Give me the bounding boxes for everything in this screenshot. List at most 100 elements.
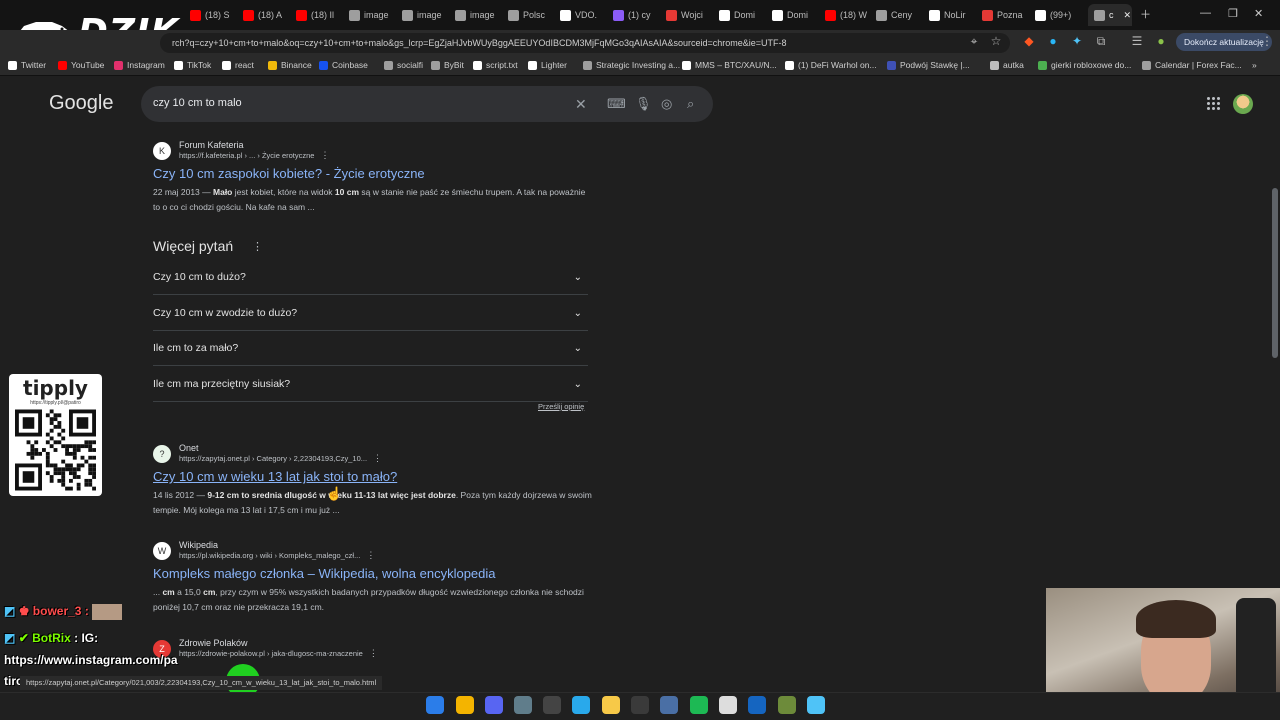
browser-tab[interactable]: (99+) <box>1035 4 1085 26</box>
tab-label: image <box>364 10 389 20</box>
bookmark-item[interactable]: socialfi <box>384 60 423 70</box>
more-icon[interactable]: ⋮ <box>373 453 382 463</box>
cursor-icon[interactable] <box>631 696 649 714</box>
close-window-icon[interactable]: ✕ <box>1254 7 1263 20</box>
browser-tab[interactable]: VDO. <box>560 4 610 26</box>
telegram-icon[interactable] <box>572 696 590 714</box>
bookmark-item[interactable]: Calendar | Forex Fac... <box>1142 60 1242 70</box>
bookmark-item[interactable]: ByBit <box>431 60 464 70</box>
mic-icon[interactable]: 🎙 <box>635 96 652 112</box>
chevron-down-icon[interactable]: ⌄ <box>574 260 582 295</box>
profile-icon[interactable]: ● <box>1154 34 1168 48</box>
app-icon[interactable] <box>514 696 532 714</box>
windows-icon[interactable] <box>426 696 444 714</box>
new-tab-button[interactable]: ＋ <box>1140 6 1151 22</box>
browser-tab[interactable]: NoLir <box>929 4 979 26</box>
menu-dots-icon[interactable]: ⋮ <box>1260 34 1274 48</box>
capcut-icon[interactable] <box>748 696 766 714</box>
reading-list-icon[interactable]: ☰ <box>1130 34 1144 48</box>
bookmark-item[interactable]: Coinbase <box>319 60 368 70</box>
result-title[interactable]: Czy 10 cm zaspokoi kobiete? - Życie erot… <box>153 166 593 181</box>
bookmark-item[interactable]: autka <box>990 60 1024 70</box>
browser-tab[interactable]: (18) A <box>243 4 293 26</box>
search-result: ? Onet https://zapytaj.onet.pl › Categor… <box>153 443 593 518</box>
bookmark-item[interactable]: Lighter <box>528 60 567 70</box>
explorer-icon[interactable] <box>602 696 620 714</box>
extension-icon-2[interactable]: ● <box>1046 34 1060 48</box>
browser-tab[interactable]: (18) W <box>825 4 875 26</box>
discord-icon[interactable] <box>485 696 503 714</box>
location-icon[interactable]: ⌖ <box>967 34 981 48</box>
bookmark-item[interactable]: script.txt <box>473 60 518 70</box>
paa-question[interactable]: Czy 10 cm w zwodzie to dużo? ⌄ <box>153 296 588 331</box>
bookmark-item[interactable]: Binance <box>268 60 312 70</box>
bookmark-item[interactable]: react <box>222 60 254 70</box>
close-tab-icon[interactable]: ✕ <box>1124 10 1132 21</box>
restore-icon[interactable]: ❐ <box>1228 7 1238 20</box>
google-apps-icon[interactable] <box>1207 97 1221 111</box>
google-logo[interactable]: Google <box>49 92 114 115</box>
bookmark-favicon-icon <box>319 60 328 70</box>
paa-question[interactable]: Czy 10 cm to dużo? ⌄ <box>153 260 588 295</box>
bookmark-item[interactable]: TikTok <box>174 60 211 70</box>
keyboard-icon[interactable]: ⌨ <box>607 96 626 112</box>
browser-tab[interactable]: Ceny <box>876 4 926 26</box>
spotify-icon[interactable] <box>690 696 708 714</box>
bookmark-item[interactable]: (1) DeFi Warhol on... <box>785 60 877 70</box>
update-button[interactable]: Dokończ aktualizację <box>1176 33 1272 51</box>
app-2-icon[interactable] <box>719 696 737 714</box>
feedback-link[interactable]: Prześlij opinię <box>538 402 584 411</box>
browser-tab[interactable]: image <box>455 4 505 26</box>
result-title[interactable]: Czy 10 cm w wieku 13 lat jak stoi to mał… <box>153 469 593 484</box>
chrome-icon[interactable] <box>456 696 474 714</box>
more-bookmarks-icon[interactable]: » <box>1252 60 1257 70</box>
bookmark-item[interactable]: Podwój Stawkę |... <box>887 60 970 70</box>
address-bar[interactable]: rch?q=czy+10+cm+to+malo&oq=czy+10+cm+to+… <box>160 33 1010 53</box>
browser-tab[interactable]: Wojci <box>666 4 716 26</box>
paa-question[interactable]: Ile cm to za mało? ⌄ <box>153 331 588 366</box>
more-icon[interactable]: ⋮ <box>366 550 375 560</box>
notepad-icon[interactable] <box>807 696 825 714</box>
puzzle-icon[interactable]: ⧉ <box>1094 34 1108 48</box>
browser-tab[interactable]: image <box>349 4 399 26</box>
bookmark-item[interactable]: Instagram <box>114 60 165 70</box>
bookmark-item[interactable]: YouTube <box>58 60 104 70</box>
tool-icon[interactable] <box>660 696 678 714</box>
search-input[interactable]: czy 10 cm to malo <box>153 97 242 109</box>
chevron-down-icon[interactable]: ⌄ <box>574 367 582 402</box>
lens-icon[interactable]: ◎ <box>661 96 672 112</box>
minimize-icon[interactable]: — <box>1200 7 1211 19</box>
bookmark-item[interactable]: Strategic Investing a... <box>583 60 680 70</box>
browser-tab[interactable]: Domi <box>719 4 769 26</box>
browser-tab[interactable]: image <box>402 4 452 26</box>
more-icon[interactable]: ⋮ <box>252 240 263 253</box>
bookmark-item[interactable]: MMS – BTC/XAU/N... <box>682 60 777 70</box>
chevron-down-icon[interactable]: ⌄ <box>574 296 582 331</box>
avatar[interactable] <box>1233 94 1253 114</box>
browser-tab[interactable]: Domi <box>772 4 822 26</box>
bookmark-star-icon[interactable]: ☆ <box>989 34 1003 48</box>
browser-tab[interactable]: (18) S <box>190 4 240 26</box>
tab-favicon-icon <box>508 9 519 21</box>
browser-tab[interactable]: c ✕ <box>1088 4 1132 26</box>
browser-tab[interactable]: (1) cy <box>613 4 663 26</box>
search-box[interactable]: czy 10 cm to malo ✕ ⌨ 🎙 ◎ ⌕ <box>141 86 713 122</box>
search-icon[interactable]: ⌕ <box>687 96 694 112</box>
bookmark-favicon-icon <box>990 60 999 70</box>
browser-tab[interactable]: Pozna <box>982 4 1032 26</box>
clear-icon[interactable]: ✕ <box>575 96 587 113</box>
bookmark-item[interactable]: Twitter <box>8 60 46 70</box>
more-icon[interactable]: ⋮ <box>320 150 329 160</box>
minecraft-icon[interactable] <box>778 696 796 714</box>
browser-tab[interactable]: (18) Il <box>296 4 346 26</box>
obs-icon[interactable] <box>543 696 561 714</box>
paa-question[interactable]: Ile cm ma przeciętny siusiak? ⌄ <box>153 367 588 402</box>
more-icon[interactable]: ⋮ <box>369 648 378 658</box>
result-title[interactable]: Kompleks małego członka – Wikipedia, wol… <box>153 566 593 581</box>
browser-tab[interactable]: Polsc <box>508 4 558 26</box>
extension-icon-3[interactable]: ✦ <box>1070 34 1084 48</box>
bookmark-item[interactable]: gierki robloxowe do... <box>1038 60 1131 70</box>
chevron-down-icon[interactable]: ⌄ <box>574 331 582 366</box>
scroll-thumb[interactable] <box>1272 188 1278 358</box>
extension-icon[interactable]: ◆ <box>1022 34 1036 48</box>
